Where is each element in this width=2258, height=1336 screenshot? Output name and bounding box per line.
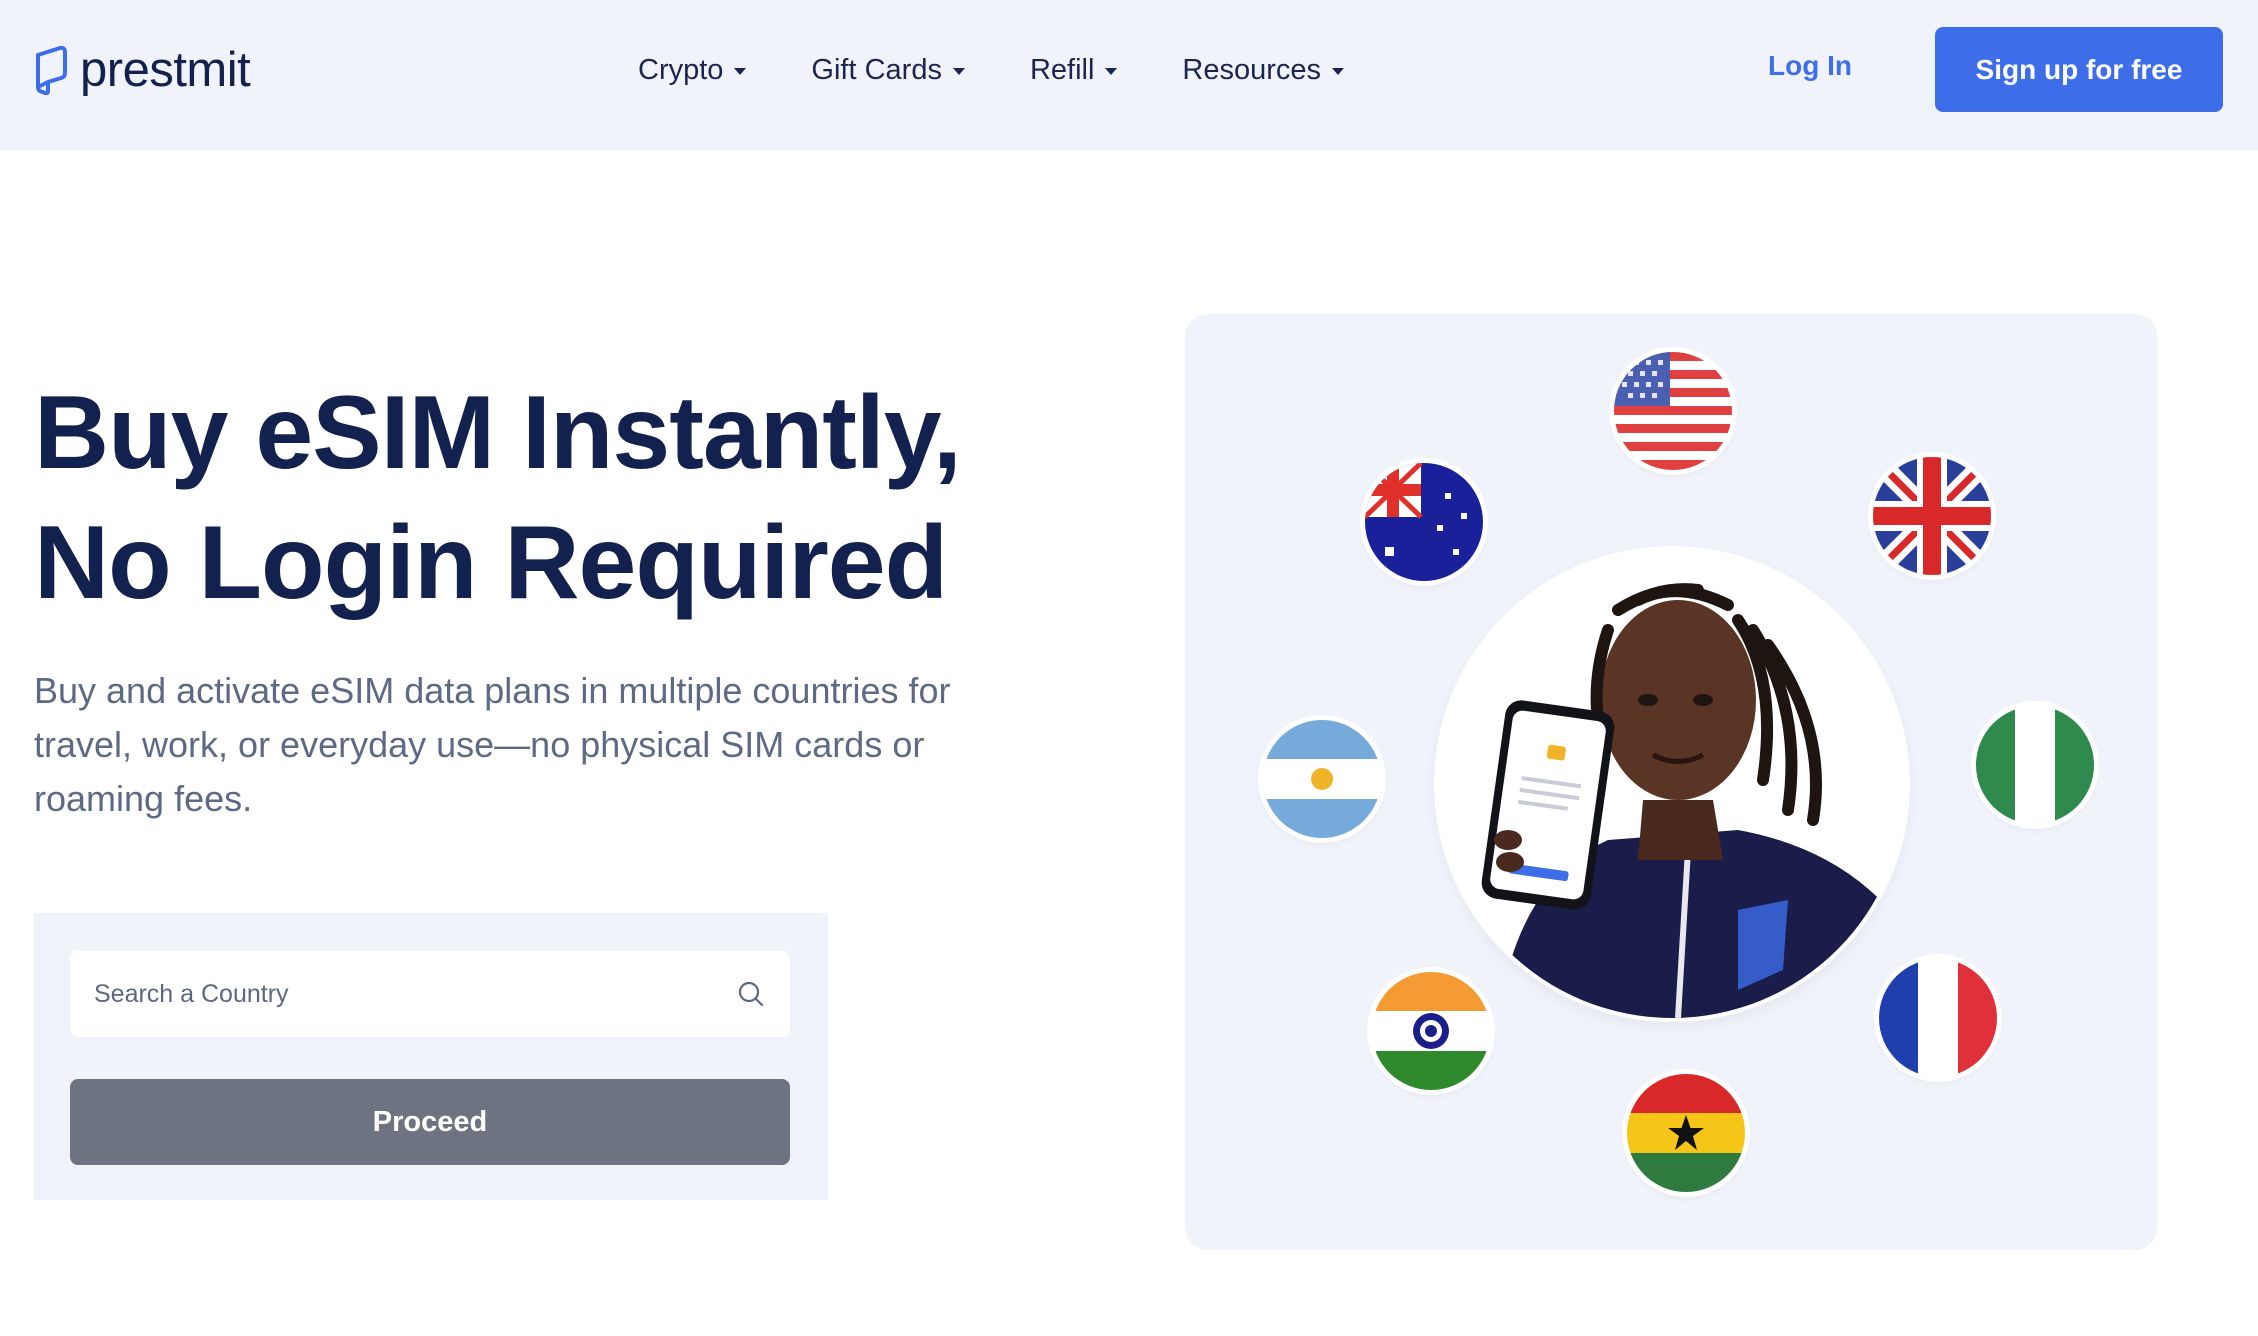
flag-usa-icon [1614,352,1732,470]
flag-uk-icon [1873,457,1991,575]
man-holding-phone-image [1438,550,1906,1018]
flag-ghana-icon [1627,1074,1745,1192]
nav-item-resources[interactable]: Resources [1182,53,1345,87]
flag-australia-icon [1365,463,1483,581]
search-icon[interactable] [736,979,766,1009]
proceed-button[interactable]: Proceed [70,1079,790,1165]
hero-title: Buy eSIM Instantly, No Login Required [34,368,1114,628]
esim-search-card: Proceed [34,913,828,1200]
caret-down-icon [952,68,965,75]
caret-down-icon [1332,68,1345,75]
nav-item-label: Gift Cards [811,53,942,86]
country-search-box[interactable] [70,951,790,1037]
country-search-input[interactable] [94,979,714,1009]
nav-item-refill[interactable]: Refill [1029,53,1118,87]
flag-india-icon [1372,972,1490,1090]
top-navbar: prestmit Crypto Gift Cards Refill Resour… [0,0,2258,150]
flag-nigeria-icon [1976,706,2094,824]
caret-down-icon [734,68,747,75]
prestmit-logo-icon [36,45,67,95]
nav-item-crypto[interactable]: Crypto [638,53,747,87]
nav-item-label: Resources [1182,53,1322,86]
flag-france-icon [1879,959,1997,1077]
flag-argentina-icon [1263,720,1381,838]
prestmit-logo[interactable]: prestmit [34,40,251,100]
login-link[interactable]: Log In [1768,50,1852,82]
main-nav: Crypto Gift Cards Refill Resources [638,48,1409,92]
nav-item-gift-cards[interactable]: Gift Cards [811,54,965,87]
hero-title-line-1: Buy eSIM Instantly, [34,375,962,491]
caret-down-icon [1105,68,1118,75]
nav-item-label: Refill [1029,53,1095,86]
hero-illustration [1185,314,2157,1250]
hero-subtitle: Buy and activate eSIM data plans in mult… [34,670,951,819]
nav-item-label: Crypto [638,53,724,86]
hero-title-line-2: No Login Required [34,505,948,621]
signup-button[interactable]: Sign up for free [1935,27,2223,112]
brand-name: prestmit [80,43,251,97]
